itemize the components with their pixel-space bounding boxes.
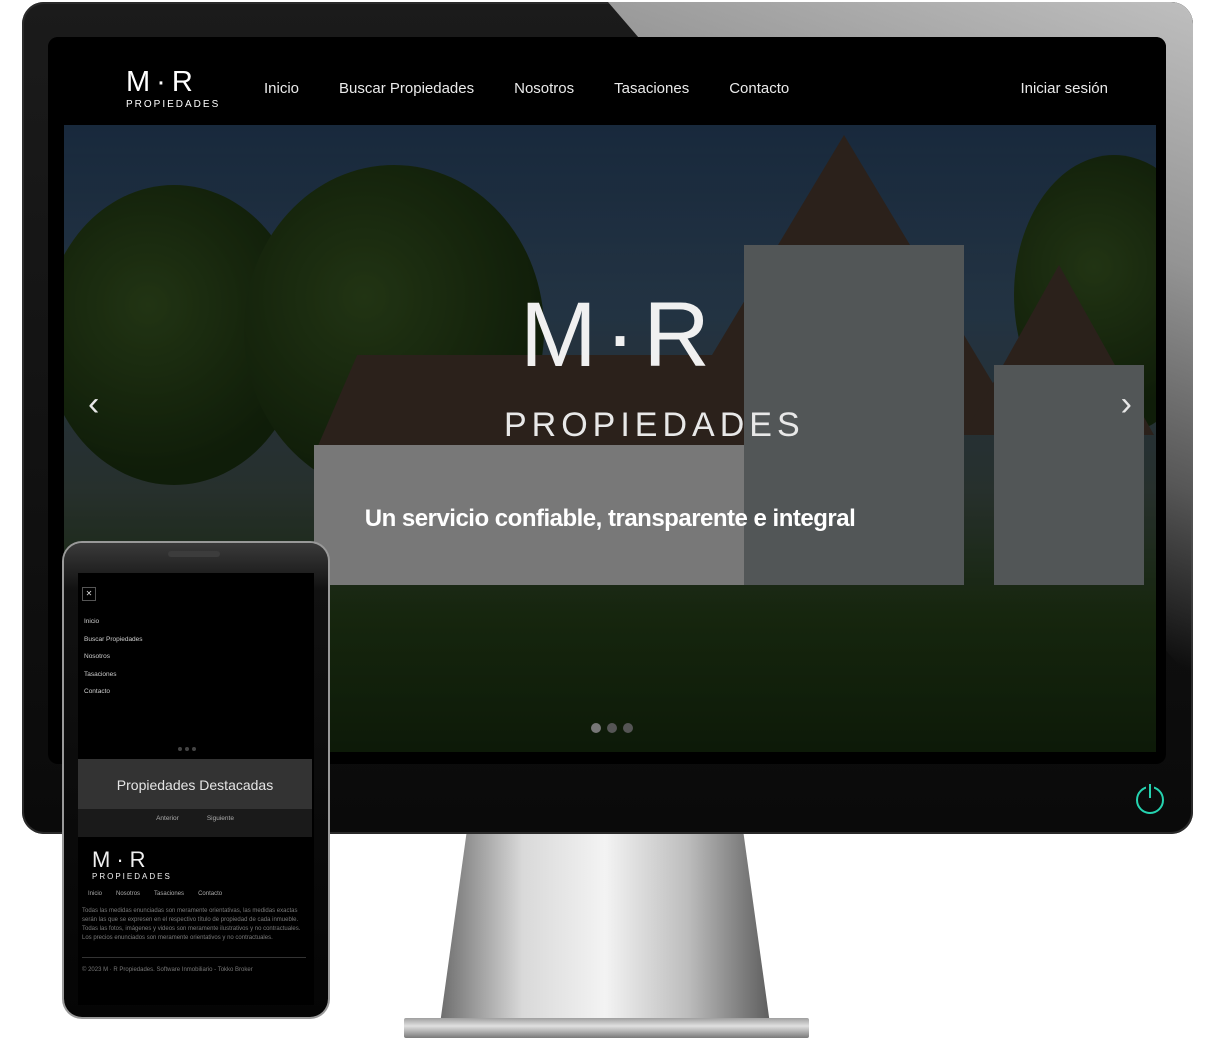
close-icon[interactable]: ✕ [82,587,96,601]
pager-next-button[interactable]: Siguiente [207,815,234,837]
carousel-prev-icon[interactable]: ‹ [88,387,99,421]
footer-logo-mr: M·R [92,847,152,872]
device-mockup: M·R PROPIEDADES Inicio Buscar Propiedade… [0,0,1216,1048]
phone-screen: ✕ Inicio Buscar Propiedades Nosotros Tas… [78,573,314,1005]
footer-nav-nosotros[interactable]: Nosotros [116,891,140,897]
hero-tagline: Un servicio confiable, transparente e in… [364,505,856,532]
logo-mr-text: M·R [126,66,199,98]
nav-inicio[interactable]: Inicio [264,80,299,97]
site-header: M·R PROPIEDADES Inicio Buscar Propiedade… [48,37,1166,125]
carousel-dot[interactable] [591,723,601,733]
footer-divider [82,957,306,958]
footer-nav-tasaciones[interactable]: Tasaciones [154,891,184,897]
power-icon[interactable] [1136,784,1164,814]
carousel-dot[interactable] [185,747,189,751]
logo-sub-text: PROPIEDADES [126,99,221,110]
hero-logo: M·R PROPIEDADES [504,284,805,445]
mobile-nav-tasaciones[interactable]: Tasaciones [84,666,143,684]
carousel-dot[interactable] [607,723,617,733]
pager-prev-button[interactable]: Anterior [156,815,179,837]
nav-buscar-propiedades[interactable]: Buscar Propiedades [339,80,474,97]
carousel-dot[interactable] [623,723,633,733]
mobile-nav-buscar-propiedades[interactable]: Buscar Propiedades [84,631,143,649]
site-logo[interactable]: M·R PROPIEDADES [126,66,221,113]
main-nav: Inicio Buscar Propiedades Nosotros Tasac… [264,80,789,97]
carousel-dot[interactable] [178,747,182,751]
hero-logo-mr: M·R [520,284,718,386]
mobile-nav-inicio[interactable]: Inicio [84,613,143,631]
phone-frame: ✕ Inicio Buscar Propiedades Nosotros Tas… [64,543,328,1017]
footer-disclaimer: Todas las medidas enunciadas son meramen… [82,908,301,941]
monitor-stand [440,834,770,1024]
monitor-base [404,1018,809,1038]
mobile-nav-nosotros[interactable]: Nosotros [84,648,143,666]
carousel-dot[interactable] [192,747,196,751]
featured-pager: Anterior Siguiente [78,809,312,837]
mobile-carousel-indicators [178,747,196,751]
phone-speaker [168,551,220,557]
login-link[interactable]: Iniciar sesión [1020,80,1108,97]
hero-logo-sub: PROPIEDADES [504,406,805,444]
nav-nosotros[interactable]: Nosotros [514,80,574,97]
footer-logo[interactable]: M·R PROPIEDADES [92,847,172,882]
footer-nav-contacto[interactable]: Contacto [198,891,222,897]
footer-nav-inicio[interactable]: Inicio [88,891,102,897]
footer-copyright: © 2023 M · R Propiedades. Software Inmob… [82,967,253,973]
nav-tasaciones[interactable]: Tasaciones [614,80,689,97]
mobile-menu: Inicio Buscar Propiedades Nosotros Tasac… [84,613,143,701]
mobile-nav-contacto[interactable]: Contacto [84,683,143,701]
footer-logo-sub: PROPIEDADES [92,872,172,881]
carousel-indicators [591,723,633,733]
featured-properties-title: Propiedades Destacadas [78,759,312,809]
nav-contacto[interactable]: Contacto [729,80,789,97]
carousel-next-icon[interactable]: › [1121,387,1132,421]
footer-nav: Inicio Nosotros Tasaciones Contacto [88,891,222,897]
